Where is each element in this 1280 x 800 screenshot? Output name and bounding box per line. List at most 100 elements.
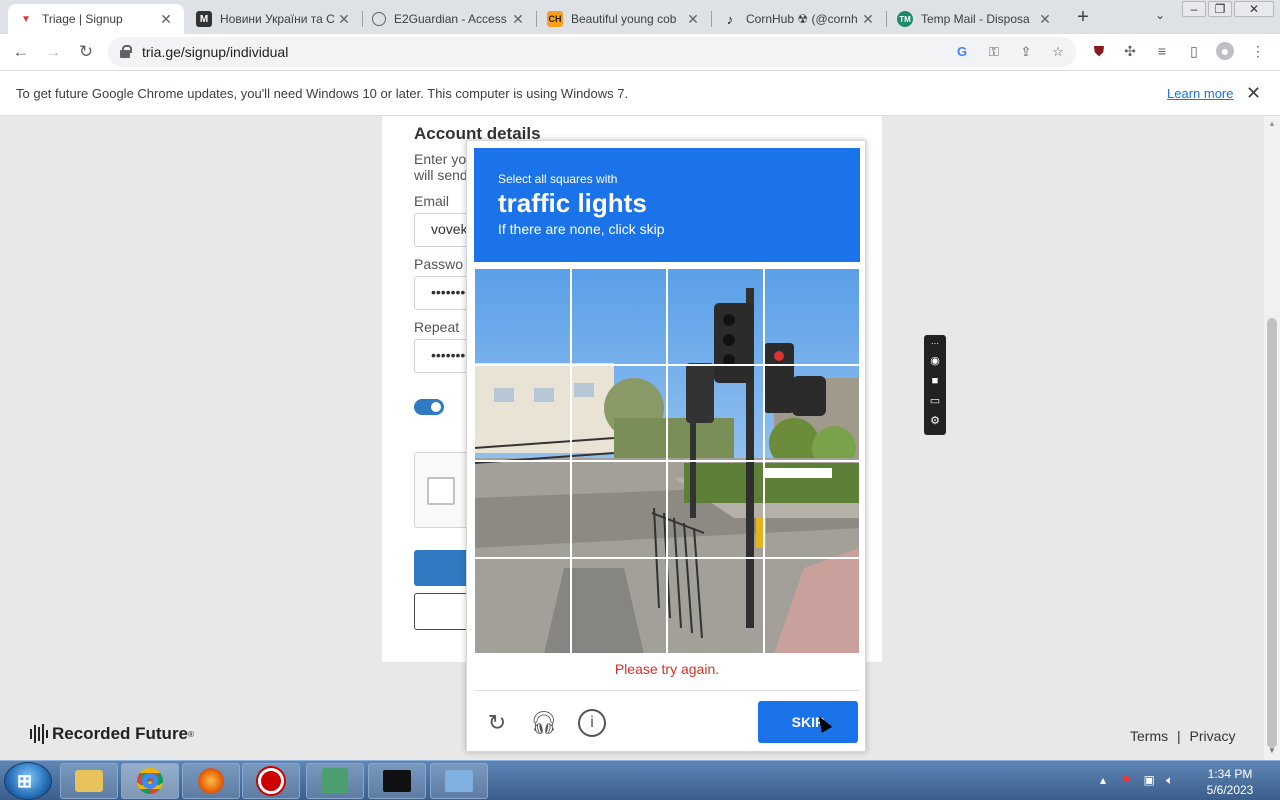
terms-toggle[interactable] — [414, 399, 444, 415]
grid-tile[interactable] — [474, 461, 571, 558]
grid-tile[interactable] — [570, 364, 667, 461]
learn-more-link[interactable]: Learn more — [1167, 86, 1233, 101]
menu-kebab-icon[interactable]: ⋮ — [1249, 42, 1267, 60]
tab-strip: ▼ Triage | Signup ✕ M Новини України та … — [0, 0, 1280, 34]
taskbar-explorer[interactable] — [60, 763, 118, 799]
globe-icon — [372, 12, 386, 26]
grid-tile[interactable] — [667, 364, 764, 461]
privacy-link[interactable]: Privacy — [1190, 728, 1236, 744]
terms-link[interactable]: Terms — [1130, 728, 1168, 744]
tab-title: Triage | Signup — [42, 12, 123, 26]
prompt-instruction: Select all squares with — [498, 172, 618, 186]
taskbar-firefox[interactable] — [182, 763, 240, 799]
tab-news[interactable]: M Новини України та С ✕ — [186, 4, 362, 34]
grid-tile[interactable] — [667, 268, 764, 365]
lock-icon[interactable] — [120, 45, 132, 58]
tab-search-icon[interactable]: ⌄ — [1152, 8, 1168, 24]
skip-button[interactable]: SKIP — [758, 701, 858, 743]
tab-title: Beautiful young cob — [571, 12, 677, 26]
close-tab-icon[interactable]: ✕ — [158, 11, 174, 27]
grid-tile[interactable] — [763, 461, 860, 558]
scroll-up-icon[interactable]: ▲ — [1268, 119, 1276, 128]
settings-gear-icon[interactable]: ⚙ — [927, 413, 943, 429]
close-tab-icon[interactable]: ✕ — [510, 11, 526, 27]
side-panel-icon[interactable]: ▯ — [1185, 42, 1203, 60]
url-text[interactable]: tria.ge/signup/individual — [142, 44, 288, 60]
recorded-future-mark-icon — [30, 724, 48, 744]
tab-beautiful[interactable]: CH Beautiful young cob ✕ — [537, 4, 711, 34]
taskbar-chrome[interactable] — [121, 763, 179, 799]
ublock-extension-icon[interactable]: ⛊ — [1090, 42, 1108, 60]
system-tray: ▴ ⚑ ▣ 🔈︎ — [1100, 773, 1200, 789]
tab-cornhub[interactable]: ♪ CornHub ☢ (@cornh ✕ — [712, 4, 886, 34]
grid-tile[interactable] — [570, 268, 667, 365]
grid-tile[interactable] — [763, 557, 860, 654]
scrollbar-thumb[interactable] — [1267, 318, 1277, 748]
taskbar-cmd[interactable] — [368, 763, 426, 799]
action-center-flag-icon[interactable]: ⚑ — [1121, 773, 1132, 787]
start-button[interactable]: ⊞ — [4, 762, 52, 800]
grid-tile[interactable] — [474, 364, 571, 461]
update-infobar: To get future Google Chrome updates, you… — [0, 70, 1280, 116]
divider — [474, 690, 860, 691]
minimize-icon[interactable]: – — [1182, 1, 1206, 17]
address-bar[interactable]: tria.ge/signup/individual G ⚿ ⇪ ☆ — [108, 37, 1076, 67]
close-infobar-icon[interactable]: ✕ — [1246, 83, 1261, 104]
close-tab-icon[interactable]: ✕ — [685, 11, 701, 27]
recorder-grip-icon[interactable]: ⋯ — [927, 336, 943, 352]
info-icon[interactable]: i — [578, 709, 606, 737]
google-translate-icon[interactable]: G — [954, 44, 970, 60]
share-icon[interactable]: ⇪ — [1018, 44, 1034, 60]
volume-icon[interactable]: 🔈︎ — [1166, 773, 1173, 787]
close-tab-icon[interactable]: ✕ — [1037, 11, 1053, 27]
restore-icon[interactable]: ❐ — [1208, 1, 1232, 17]
m-news-icon: M — [196, 11, 212, 27]
grid-tile[interactable] — [763, 268, 860, 365]
forward-icon[interactable]: → — [42, 41, 64, 63]
key-icon[interactable]: ⚿ — [986, 44, 1002, 60]
network-icon[interactable]: ▣ — [1143, 773, 1154, 787]
taskbar-recorder[interactable] — [242, 763, 300, 799]
audio-headphones-icon[interactable]: 🎧︎ — [530, 709, 558, 737]
reload-icon[interactable]: ↻ — [75, 41, 97, 63]
windows-taskbar: ⊞ ▴ ⚑ ▣ 🔈︎ 1:34 PM 5/6/2023 — [0, 760, 1280, 800]
tab-tempmail[interactable]: TM Temp Mail - Disposa ✕ — [887, 4, 1063, 34]
taskbar-app[interactable] — [306, 763, 364, 799]
captcha-error-message: Please try again. — [614, 661, 720, 677]
grid-tile[interactable] — [570, 461, 667, 558]
folder-icon — [75, 770, 103, 792]
window-capture-icon[interactable]: ▭ — [927, 393, 943, 409]
footer-links: Terms | Privacy — [1130, 728, 1235, 744]
page-scrollbar[interactable]: ▲ ▼ — [1264, 116, 1280, 760]
profile-avatar-icon[interactable]: ● — [1216, 42, 1234, 60]
grid-tile[interactable] — [763, 364, 860, 461]
window-close-icon[interactable]: ✕ — [1234, 1, 1274, 17]
tray-expand-icon[interactable]: ▴ — [1100, 773, 1106, 787]
close-tab-icon[interactable]: ✕ — [860, 11, 876, 27]
grid-tile[interactable] — [474, 268, 571, 365]
refresh-icon[interactable]: ↻ — [483, 709, 511, 737]
tab-e2guardian[interactable]: E2Guardian - Access ✕ — [362, 4, 536, 34]
close-tab-icon[interactable]: ✕ — [336, 11, 352, 27]
new-tab-icon[interactable]: + — [1073, 7, 1093, 27]
grid-tile[interactable] — [667, 461, 764, 558]
prompt-target: traffic lights — [498, 188, 647, 218]
taskbar-control-panel[interactable] — [430, 763, 488, 799]
bookmark-star-icon[interactable]: ☆ — [1050, 44, 1066, 60]
captcha-checkbox[interactable] — [427, 477, 455, 505]
grid-tile[interactable] — [667, 557, 764, 654]
tab-title: Temp Mail - Disposa — [921, 12, 1030, 26]
email-label: Email — [414, 193, 450, 209]
camera-icon[interactable]: ◉ — [927, 353, 943, 369]
taskbar-clock[interactable]: 1:34 PM 5/6/2023 — [1200, 766, 1260, 798]
video-icon[interactable]: ■ — [927, 373, 943, 389]
grid-tile[interactable] — [474, 557, 571, 654]
back-icon[interactable]: ← — [10, 41, 32, 63]
tab-triage-signup[interactable]: ▼ Triage | Signup ✕ — [8, 4, 184, 34]
tab-title: Новини України та С — [220, 12, 335, 26]
scroll-down-icon[interactable]: ▼ — [1268, 746, 1276, 755]
extensions-puzzle-icon[interactable]: ✣ — [1121, 42, 1139, 60]
media-control-icon[interactable]: ≡ — [1153, 42, 1171, 60]
grid-tile[interactable] — [570, 557, 667, 654]
browser-toolbar: ← → ↻ tria.ge/signup/individual G ⚿ ⇪ ☆ — [0, 34, 1280, 70]
